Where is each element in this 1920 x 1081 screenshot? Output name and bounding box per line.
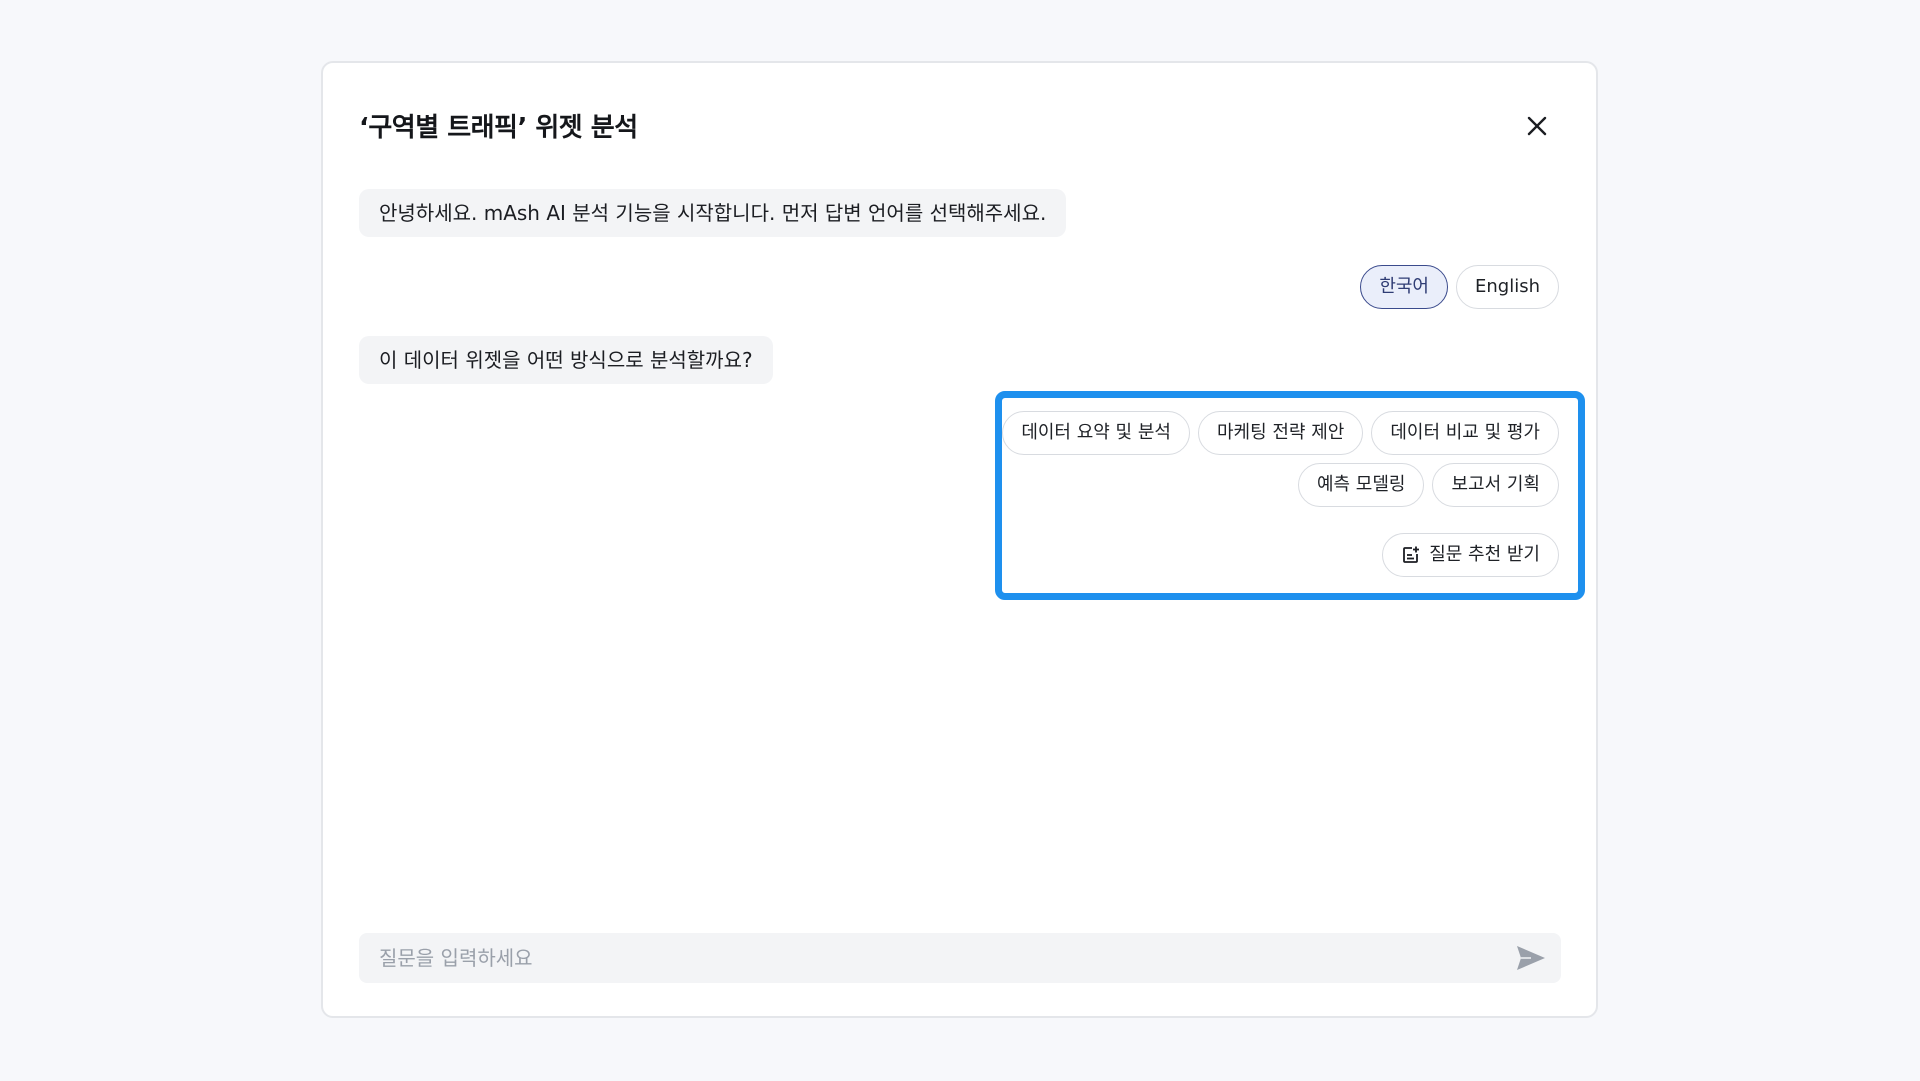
option-report-planning[interactable]: 보고서 기획 bbox=[1432, 463, 1559, 507]
option-data-comparison[interactable]: 데이터 비교 및 평가 bbox=[1371, 411, 1559, 455]
ai-question-message: 이 데이터 위젯을 어떤 방식으로 분석할까요? bbox=[359, 336, 773, 384]
chat-input-bar bbox=[359, 933, 1561, 983]
ai-greeting-message: 안녕하세요. mAsh AI 분석 기능을 시작합니다. 먼저 답변 언어를 선… bbox=[359, 189, 1067, 237]
option-data-summary[interactable]: 데이터 요약 및 분석 bbox=[1002, 411, 1190, 455]
get-question-suggestions-button[interactable]: 질문 추천 받기 bbox=[1382, 533, 1559, 577]
analysis-options: 데이터 요약 및 분석 마케팅 전략 제안 데이터 비교 및 평가 예측 모델링… bbox=[999, 411, 1559, 507]
question-input[interactable] bbox=[359, 933, 1489, 983]
language-option-korean[interactable]: 한국어 bbox=[1360, 265, 1448, 309]
option-predictive-modeling[interactable]: 예측 모델링 bbox=[1297, 463, 1425, 507]
option-marketing-strategy[interactable]: 마케팅 전략 제안 bbox=[1197, 411, 1364, 455]
suggest-button-label: 질문 추천 받기 bbox=[1429, 544, 1540, 565]
analysis-dialog: ‘구역별 트래픽’ 위젯 분석 안녕하세요. mAsh AI 분석 기능을 시작… bbox=[321, 61, 1598, 1018]
send-button[interactable] bbox=[1515, 943, 1547, 973]
close-button[interactable] bbox=[1521, 110, 1553, 142]
language-selector: 한국어 English bbox=[1360, 265, 1559, 309]
send-icon bbox=[1517, 946, 1545, 970]
add-note-icon bbox=[1403, 546, 1420, 563]
dialog-title: ‘구역별 트래픽’ 위젯 분석 bbox=[359, 113, 638, 143]
language-option-english[interactable]: English bbox=[1456, 265, 1559, 309]
close-icon bbox=[1527, 116, 1547, 136]
